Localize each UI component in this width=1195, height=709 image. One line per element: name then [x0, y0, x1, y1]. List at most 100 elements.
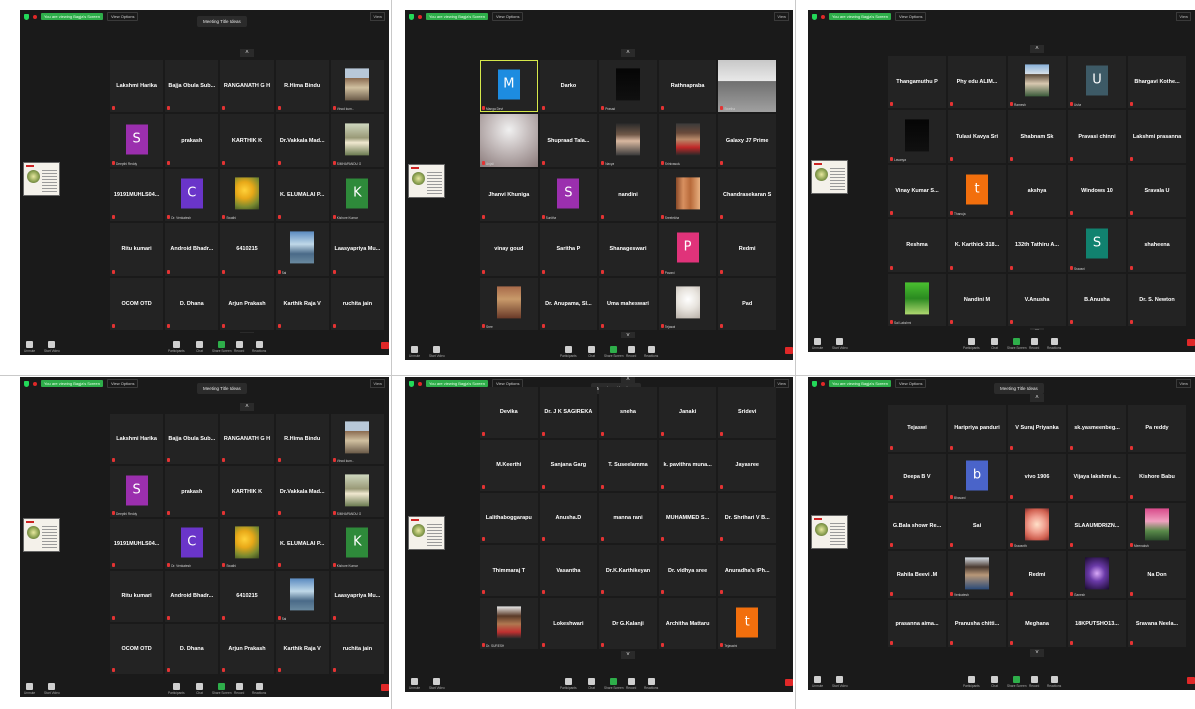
participant-tile[interactable]: Uma maheswari	[599, 277, 657, 330]
participant-tile[interactable]: S Sravani	[1068, 219, 1126, 272]
shield-icon[interactable]	[812, 380, 817, 387]
share-button[interactable]: Share Screen	[1007, 338, 1027, 350]
participant-tile[interactable]: Anjali	[480, 114, 538, 167]
view-options-button[interactable]: View Options	[106, 12, 139, 21]
participant-tile[interactable]: Arjun Prakash	[220, 277, 274, 330]
video-button[interactable]: Start Video	[832, 338, 848, 350]
participants-button[interactable]: Participants	[963, 338, 980, 350]
share-button[interactable]: Share Screen	[212, 341, 232, 353]
record-button[interactable]: Record	[626, 346, 636, 358]
unmute-button[interactable]: Unmute	[409, 678, 420, 690]
participant-tile[interactable]: Windows 10	[1068, 164, 1126, 218]
participant-tile[interactable]: Vasantha	[539, 545, 598, 597]
participant-tile[interactable]: sk.yasmeenbeg...	[1068, 405, 1126, 452]
chevron-up-icon[interactable]: ˄	[621, 49, 635, 57]
screen-share-banner[interactable]: You are viewing Bagja's Screen	[829, 13, 891, 20]
unmute-button[interactable]: Unmute	[812, 338, 823, 350]
participant-tile[interactable]: T. Suseelamma	[599, 439, 657, 491]
screen-share-banner[interactable]: You are viewing Bagja's Screen	[829, 380, 891, 387]
participant-tile[interactable]: Sai	[275, 571, 329, 622]
participant-tile[interactable]: Karthik Raja V	[275, 623, 329, 674]
participant-tile[interactable]: Sai	[948, 502, 1006, 550]
video-button[interactable]: Start Video	[44, 683, 60, 695]
share-button[interactable]: Share Screen	[212, 683, 232, 695]
participant-tile[interactable]: Redmi	[718, 223, 776, 276]
participant-tile[interactable]: Dr. vidhya sree	[658, 545, 717, 597]
participant-tile[interactable]: Dr. S. Newton	[1128, 273, 1186, 326]
view-options-button[interactable]: View Options	[894, 379, 927, 388]
participant-tile[interactable]: Chandrasekaran S	[718, 168, 776, 222]
participant-tile[interactable]: manna rani	[599, 492, 657, 544]
participant-tile[interactable]: 19191MUHLS04...	[110, 168, 164, 222]
record-button[interactable]: Record	[1029, 676, 1039, 688]
participant-tile[interactable]: Bajja Obula Sub...	[165, 60, 219, 113]
participant-tile[interactable]: sneha	[599, 387, 657, 438]
participant-tile[interactable]: Darko	[539, 60, 598, 113]
reactions-button[interactable]: Reactions	[644, 346, 658, 358]
view-options-button[interactable]: View Options	[491, 12, 524, 21]
participant-tile[interactable]: Lokeshwari	[539, 598, 598, 649]
view-mode-button[interactable]: View	[774, 379, 789, 388]
record-button[interactable]: Record	[234, 341, 244, 353]
participant-tile[interactable]: Sravanthi	[1008, 502, 1066, 550]
screen-share-banner[interactable]: You are viewing Bagja's Screen	[41, 380, 103, 387]
participants-button[interactable]: Participants	[963, 676, 980, 688]
participant-tile[interactable]: KARTHIK K	[220, 114, 274, 167]
view-options-button[interactable]: View Options	[106, 379, 139, 388]
participant-tile[interactable]: vinay goud	[480, 223, 538, 276]
participant-tile[interactable]: Pa reddy	[1128, 405, 1186, 452]
participant-tile[interactable]: Bajja Obula Sub...	[165, 414, 219, 465]
participant-tile[interactable]: S Deepthi Reddy	[110, 114, 164, 167]
video-button[interactable]: Start Video	[429, 678, 445, 690]
participant-tile[interactable]: K. ELUMALAI P...	[275, 518, 329, 570]
participant-tile[interactable]: Ganesh	[1068, 551, 1126, 599]
participant-tile[interactable]: Anusha.D	[539, 492, 598, 544]
participant-tile[interactable]: Anuradha's iPh...	[718, 545, 776, 597]
participant-tile[interactable]: Sravala U	[1128, 164, 1186, 218]
end-meeting-button[interactable]	[381, 684, 389, 691]
participant-tile[interactable]: Swetha	[718, 60, 776, 113]
participant-tile[interactable]: Rathnapraba	[658, 60, 717, 113]
view-mode-button[interactable]: View	[370, 12, 385, 21]
chat-button[interactable]: Chat	[196, 683, 203, 695]
participant-tile[interactable]: U Usha	[1068, 56, 1126, 109]
participant-tile[interactable]: Tejaswi	[888, 405, 946, 452]
participant-tile[interactable]: Tejaswi	[658, 277, 717, 330]
participant-tile[interactable]: Devika	[480, 387, 538, 438]
end-meeting-button[interactable]	[1187, 677, 1195, 684]
shared-screen-thumbnail[interactable]	[408, 516, 445, 550]
view-mode-button[interactable]: View	[1176, 12, 1191, 21]
shared-screen-thumbnail[interactable]	[408, 164, 445, 198]
chat-button[interactable]: Chat	[991, 338, 998, 350]
participant-tile[interactable]: prakash	[165, 114, 219, 167]
participant-tile[interactable]: Laasyapriya Mu...	[330, 571, 384, 622]
participant-tile[interactable]: V Suraj Priyanka	[1008, 405, 1066, 452]
participant-tile[interactable]: Swathi	[220, 168, 274, 222]
chevron-down-icon[interactable]: ˅	[621, 651, 635, 659]
participant-tile[interactable]: SIMHAPANDU G	[330, 466, 384, 517]
participant-tile[interactable]: Jhanvi Khuniga	[480, 168, 538, 222]
participant-tile[interactable]: Kishore Babu	[1128, 453, 1186, 501]
reactions-button[interactable]: Reactions	[252, 341, 266, 353]
chat-button[interactable]: Chat	[991, 676, 998, 688]
participant-tile[interactable]: prasanna aima...	[888, 600, 946, 647]
shield-icon[interactable]	[409, 380, 414, 387]
share-button[interactable]: Share Screen	[604, 346, 624, 358]
participants-button[interactable]: Participants	[168, 683, 185, 695]
record-button[interactable]: Record	[1029, 338, 1039, 350]
participant-tile[interactable]: Sravana Neela...	[1128, 600, 1186, 647]
participant-tile[interactable]: Android Bhadr...	[165, 571, 219, 622]
participant-tile[interactable]: G.Bala showr Re...	[888, 502, 946, 550]
participant-tile[interactable]: Pad	[718, 277, 776, 330]
end-meeting-button[interactable]	[785, 679, 793, 686]
participant-tile[interactable]: Dr G.Kalanji	[599, 598, 657, 649]
unmute-button[interactable]: Unmute	[409, 346, 420, 358]
participant-tile[interactable]: Sreelekha	[658, 168, 717, 222]
reactions-button[interactable]: Reactions	[1047, 338, 1061, 350]
participant-tile[interactable]: b Bhavani	[948, 453, 1006, 501]
participant-tile[interactable]: Ramesh	[1008, 56, 1066, 109]
participant-tile[interactable]: 19191MUHLS04...	[110, 518, 164, 570]
participant-tile[interactable]: Jayasree	[718, 439, 776, 491]
chat-button[interactable]: Chat	[588, 678, 595, 690]
participant-tile[interactable]: SIMHAPANDU G	[330, 114, 384, 167]
